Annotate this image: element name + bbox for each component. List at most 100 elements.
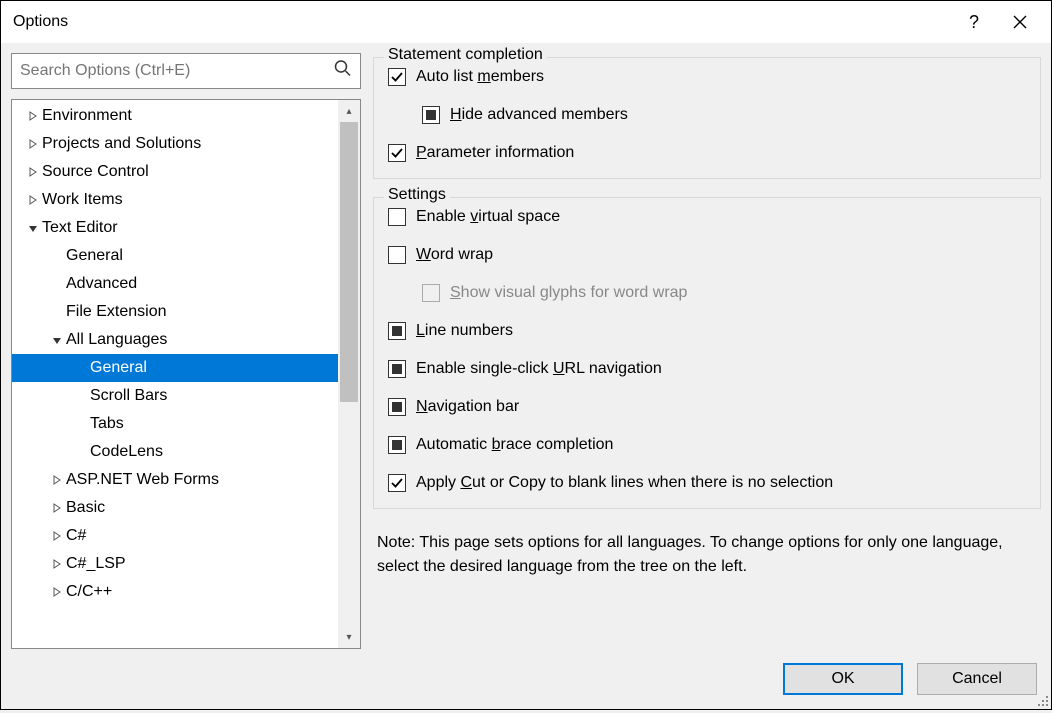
tree-item[interactable]: File Extension <box>12 298 360 326</box>
tree-item-label: Tabs <box>90 415 124 433</box>
tree-item[interactable]: Advanced <box>12 270 360 298</box>
help-button[interactable]: ? <box>951 2 997 42</box>
settings-group: Settings Enable virtual spaceWord wrapSh… <box>373 197 1041 509</box>
chevron-right-icon[interactable] <box>50 557 64 571</box>
tree-item[interactable]: CodeLens <box>12 438 360 466</box>
tree-item[interactable]: Source Control <box>12 158 360 186</box>
option-label[interactable]: Word wrap <box>416 246 493 264</box>
option-label[interactable]: Enable virtual space <box>416 208 560 226</box>
chevron-right-icon[interactable] <box>26 137 40 151</box>
scroll-up-arrow[interactable]: ▴ <box>338 100 360 122</box>
option-label[interactable]: Hide advanced members <box>450 106 628 124</box>
checkbox[interactable] <box>388 360 406 378</box>
tree-item-label: C#_LSP <box>66 555 126 573</box>
chevron-down-icon[interactable] <box>50 333 64 347</box>
scroll-thumb[interactable] <box>340 122 358 402</box>
tree-item[interactable]: Projects and Solutions <box>12 130 360 158</box>
tree-item-label: Work Items <box>42 191 123 209</box>
close-icon <box>1013 15 1027 29</box>
tree-scrollbar[interactable]: ▴ ▾ <box>338 100 360 648</box>
tree-item-label: Source Control <box>42 163 149 181</box>
checkbox[interactable] <box>388 208 406 226</box>
option-row: Word wrap <box>374 236 1040 274</box>
expander-spacer <box>50 305 64 319</box>
option-row: Hide advanced members <box>374 96 1040 134</box>
expander-spacer <box>74 445 88 459</box>
group-legend: Statement completion <box>384 46 547 64</box>
option-label[interactable]: Auto list members <box>416 68 544 86</box>
option-label[interactable]: Apply Cut or Copy to blank lines when th… <box>416 474 833 492</box>
chevron-down-icon[interactable] <box>26 221 40 235</box>
tree-item-label: C# <box>66 527 86 545</box>
ok-button[interactable]: OK <box>783 663 903 695</box>
tree-item[interactable]: Scroll Bars <box>12 382 360 410</box>
checkbox[interactable] <box>388 68 406 86</box>
search-box[interactable] <box>11 53 361 89</box>
expander-spacer <box>50 249 64 263</box>
checkbox[interactable] <box>388 246 406 264</box>
resize-grip[interactable] <box>1036 694 1050 708</box>
tree-item-label: All Languages <box>66 331 167 349</box>
checkbox[interactable] <box>422 106 440 124</box>
expander-spacer <box>74 417 88 431</box>
tree-item[interactable]: General <box>12 354 360 382</box>
option-row: Enable single-click URL navigation <box>374 350 1040 388</box>
expander-spacer <box>74 361 88 375</box>
tree-item[interactable]: Environment <box>12 102 360 130</box>
checkbox[interactable] <box>388 398 406 416</box>
tree-item-label: Scroll Bars <box>90 387 167 405</box>
tree-item[interactable]: General <box>12 242 360 270</box>
option-row: Line numbers <box>374 312 1040 350</box>
chevron-right-icon[interactable] <box>50 585 64 599</box>
checkbox[interactable] <box>388 474 406 492</box>
chevron-right-icon[interactable] <box>26 165 40 179</box>
tree-item-label: C/C++ <box>66 583 112 601</box>
chevron-right-icon[interactable] <box>26 109 40 123</box>
tree-item-label: Advanced <box>66 275 137 293</box>
tree-item-label: ASP.NET Web Forms <box>66 471 219 489</box>
tree-item[interactable]: Text Editor <box>12 214 360 242</box>
option-row: Parameter information <box>374 134 1040 172</box>
checkbox[interactable] <box>388 322 406 340</box>
tree-item[interactable]: Work Items <box>12 186 360 214</box>
titlebar: Options ? <box>1 1 1051 43</box>
tree-item[interactable]: Basic <box>12 494 360 522</box>
tree-item[interactable]: C/C++ <box>12 578 360 606</box>
options-panel: Statement completion Auto list membersHi… <box>373 53 1041 649</box>
search-input[interactable] <box>12 54 360 88</box>
close-button[interactable] <box>997 2 1043 42</box>
statement-completion-group: Statement completion Auto list membersHi… <box>373 57 1041 179</box>
checkbox[interactable] <box>388 436 406 454</box>
option-label[interactable]: Parameter information <box>416 144 574 162</box>
option-label[interactable]: Enable single-click URL navigation <box>416 360 662 378</box>
tree-item-label: General <box>90 359 147 377</box>
option-label[interactable]: Automatic brace completion <box>416 436 613 454</box>
chevron-right-icon[interactable] <box>50 529 64 543</box>
dialog-footer: OK Cancel <box>1 649 1051 709</box>
tree-item[interactable]: C# <box>12 522 360 550</box>
tree-item[interactable]: All Languages <box>12 326 360 354</box>
chevron-right-icon[interactable] <box>50 473 64 487</box>
chevron-right-icon[interactable] <box>50 501 64 515</box>
option-label[interactable]: Navigation bar <box>416 398 519 416</box>
option-row: Apply Cut or Copy to blank lines when th… <box>374 464 1040 502</box>
expander-spacer <box>50 277 64 291</box>
options-tree[interactable]: Environment Projects and Solutions Source … <box>11 99 361 649</box>
tree-item-label: Text Editor <box>42 219 118 237</box>
option-label[interactable]: Line numbers <box>416 322 513 340</box>
expander-spacer <box>74 389 88 403</box>
group-legend: Settings <box>384 186 450 204</box>
option-row: Automatic brace completion <box>374 426 1040 464</box>
tree-item[interactable]: ASP.NET Web Forms <box>12 466 360 494</box>
option-label: Show visual glyphs for word wrap <box>450 284 687 302</box>
tree-item[interactable]: C#_LSP <box>12 550 360 578</box>
chevron-right-icon[interactable] <box>26 193 40 207</box>
tree-item[interactable]: Tabs <box>12 410 360 438</box>
checkbox[interactable] <box>388 144 406 162</box>
cancel-button[interactable]: Cancel <box>917 663 1037 695</box>
tree-item-label: Environment <box>42 107 132 125</box>
scroll-down-arrow[interactable]: ▾ <box>338 626 360 648</box>
tree-item-label: Projects and Solutions <box>42 135 201 153</box>
tree-item-label: CodeLens <box>90 443 163 461</box>
tree-item-label: General <box>66 247 123 265</box>
